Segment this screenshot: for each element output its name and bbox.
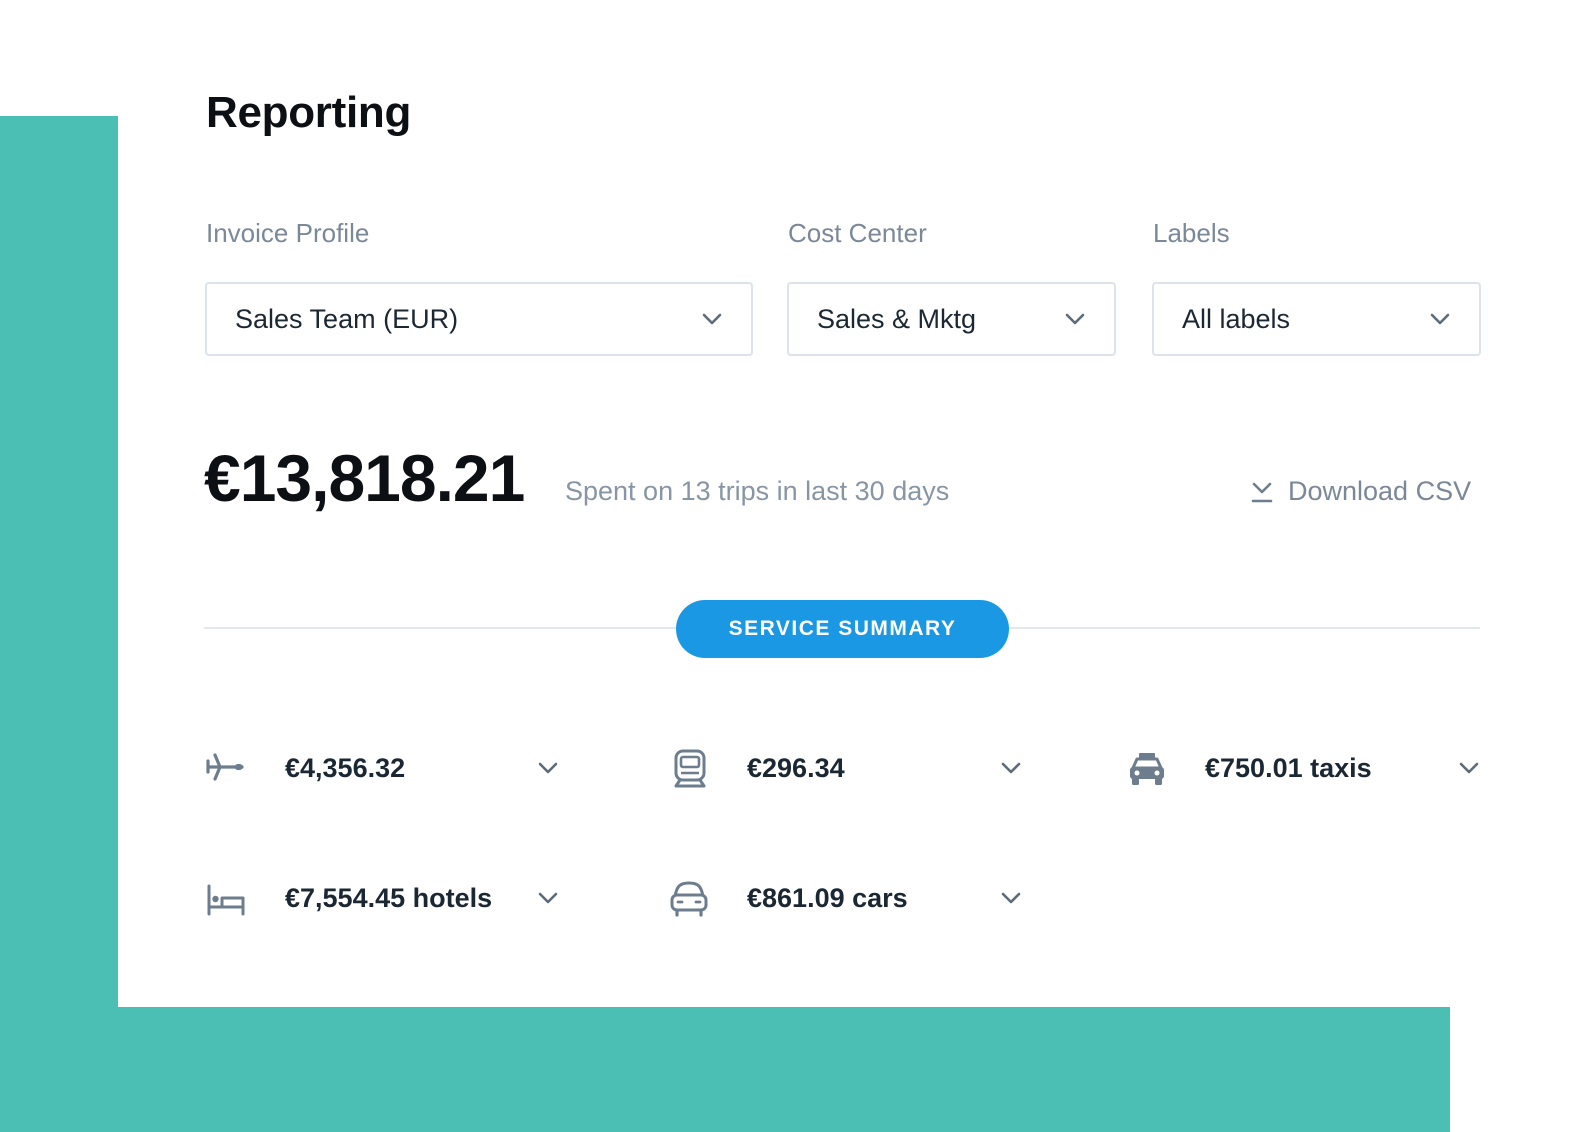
cost-center-select[interactable]: Sales & Mktg xyxy=(787,282,1116,356)
service-item-trains[interactable]: €296.34 xyxy=(670,743,1030,793)
labels-select[interactable]: All labels xyxy=(1152,282,1481,356)
total-spent: €13,818.21 xyxy=(204,441,525,515)
labels-label: Labels xyxy=(1153,218,1230,248)
service-item-cars[interactable]: €861.09 cars xyxy=(669,873,1029,923)
invoice-profile-select[interactable]: Sales Team (EUR) xyxy=(205,282,753,356)
service-amount: €4,356.32 xyxy=(285,752,406,783)
service-item-hotels[interactable]: €7,554.45 hotels xyxy=(205,873,565,923)
service-item-flights[interactable]: €4,356.32 xyxy=(205,743,565,793)
download-icon xyxy=(1251,482,1273,502)
chevron-down-icon[interactable] xyxy=(537,757,559,779)
service-item-taxis[interactable]: €750.01 taxis xyxy=(1127,743,1487,793)
chevron-down-icon[interactable] xyxy=(1000,757,1022,779)
cost-center-value: Sales & Mktg xyxy=(817,303,977,334)
decorative-teal-panel-bottom xyxy=(0,1007,1450,1132)
chevron-down-icon[interactable] xyxy=(1458,757,1480,779)
service-summary-button[interactable]: SERVICE SUMMARY xyxy=(676,600,1009,658)
download-csv-link[interactable]: Download CSV xyxy=(1250,476,1471,507)
airplane-icon xyxy=(206,753,244,781)
service-amount: €7,554.45 hotels xyxy=(285,882,493,913)
decorative-teal-panel-left xyxy=(0,116,118,1132)
page-title: Reporting xyxy=(206,88,412,137)
chevron-down-icon xyxy=(1065,313,1085,325)
labels-value: All labels xyxy=(1182,303,1291,334)
service-amount: €861.09 cars xyxy=(747,882,908,913)
bed-icon xyxy=(207,884,245,916)
chevron-down-icon xyxy=(702,313,722,325)
chevron-down-icon[interactable] xyxy=(1000,887,1022,909)
chevron-down-icon[interactable] xyxy=(537,887,559,909)
invoice-profile-label: Invoice Profile xyxy=(206,218,370,248)
car-icon xyxy=(670,881,708,917)
chevron-down-icon xyxy=(1430,313,1450,325)
invoice-profile-value: Sales Team (EUR) xyxy=(235,303,459,334)
cost-center-label: Cost Center xyxy=(788,218,927,248)
service-amount: €296.34 xyxy=(747,752,845,783)
total-subtitle: Spent on 13 trips in last 30 days xyxy=(565,476,950,506)
train-icon xyxy=(674,749,706,788)
service-amount: €750.01 taxis xyxy=(1205,752,1372,783)
taxi-icon xyxy=(1130,753,1164,785)
download-csv-label: Download CSV xyxy=(1288,476,1472,506)
